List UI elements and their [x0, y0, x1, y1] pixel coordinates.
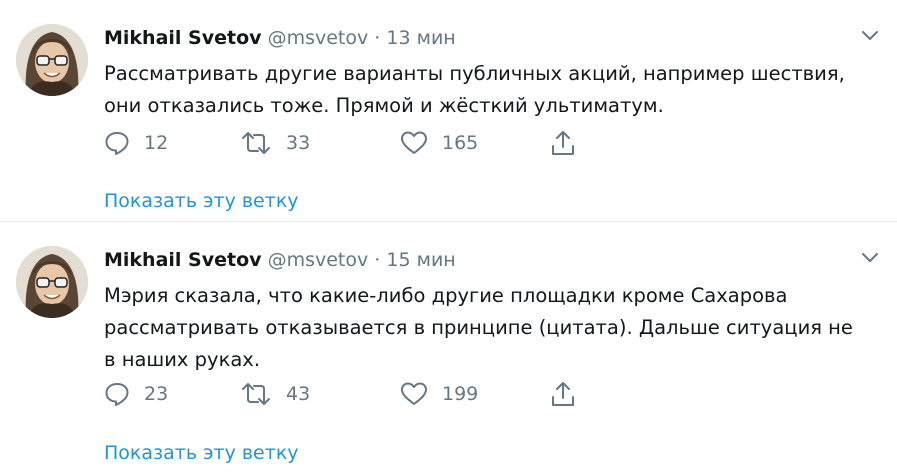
separator-dot: ·	[374, 27, 381, 49]
author-handle[interactable]: @msvetov	[268, 249, 369, 271]
heart-icon	[401, 382, 427, 405]
share-button[interactable]	[550, 379, 576, 409]
retweet-count: 33	[286, 132, 311, 154]
tweet-text: Рассматривать другие варианты публичных …	[104, 62, 845, 117]
tweet-header: Mikhail Svetov @msvetov · 15 мин	[104, 246, 456, 274]
tweet-header: Mikhail Svetov @msvetov · 13 мин	[104, 24, 456, 52]
reply-count: 23	[144, 383, 169, 405]
chevron-down-icon[interactable]	[861, 30, 879, 42]
retweet-count: 43	[286, 383, 311, 405]
share-button[interactable]	[550, 128, 576, 158]
share-icon	[552, 382, 574, 406]
show-thread-link[interactable]: Показать эту ветку	[104, 188, 299, 214]
tweet-text: Мэрия сказала, что какие-либо другие пло…	[104, 284, 853, 371]
tweet-actions: 12 33 165	[104, 128, 604, 158]
avatar[interactable]	[16, 246, 88, 318]
retweet-button[interactable]: 33	[240, 128, 310, 158]
reply-button[interactable]: 12	[104, 128, 168, 158]
chevron-down-icon[interactable]	[861, 252, 879, 264]
avatar-photo	[16, 246, 88, 318]
reply-icon	[105, 383, 129, 406]
show-thread-link[interactable]: Показать эту ветку	[104, 440, 299, 466]
reply-count: 12	[144, 132, 169, 154]
retweet-button[interactable]: 43	[240, 379, 310, 409]
tweet[interactable]: Mikhail Svetov @msvetov · 15 мин Мэрия с…	[0, 222, 897, 476]
timestamp[interactable]: 13 мин	[386, 27, 455, 49]
author-name[interactable]: Mikhail Svetov	[104, 27, 262, 49]
reply-button[interactable]: 23	[104, 379, 168, 409]
like-count: 199	[442, 383, 479, 405]
retweet-icon	[242, 132, 270, 154]
retweet-icon	[242, 383, 270, 405]
avatar[interactable]	[16, 24, 88, 96]
tweet-actions: 23 43 199	[104, 379, 604, 409]
avatar-photo	[16, 24, 88, 96]
share-icon	[552, 131, 574, 155]
like-button[interactable]: 165	[400, 128, 478, 158]
tweet[interactable]: Mikhail Svetov @msvetov · 13 мин Рассмат…	[0, 0, 897, 222]
heart-icon	[401, 131, 427, 154]
reply-icon	[105, 132, 129, 155]
author-handle[interactable]: @msvetov	[268, 27, 369, 49]
separator-dot: ·	[374, 249, 381, 271]
timeline: Mikhail Svetov @msvetov · 13 мин Рассмат…	[0, 0, 897, 476]
like-count: 165	[442, 132, 479, 154]
timestamp[interactable]: 15 мин	[386, 249, 455, 271]
like-button[interactable]: 199	[400, 379, 478, 409]
author-name[interactable]: Mikhail Svetov	[104, 249, 262, 271]
